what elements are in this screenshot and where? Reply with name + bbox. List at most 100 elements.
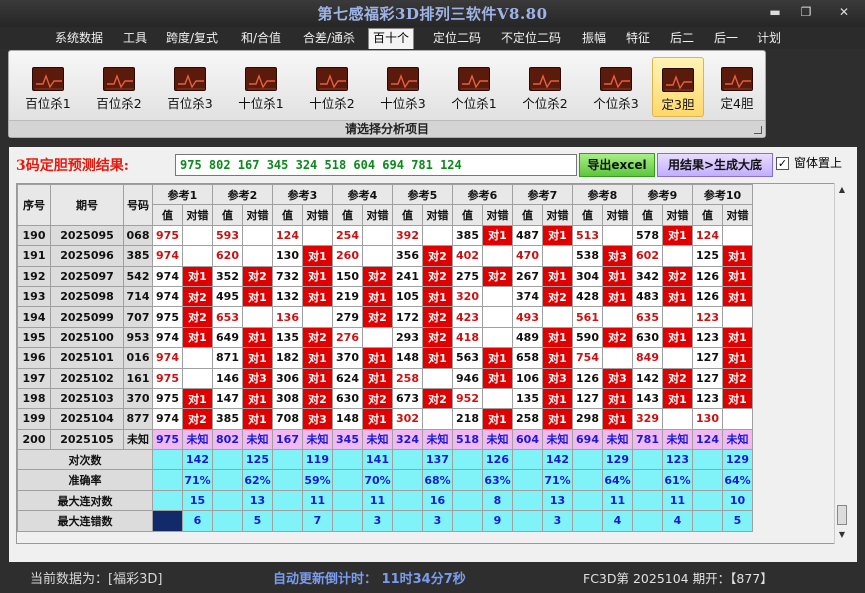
ref-match-cell[interactable]: 对1 xyxy=(242,408,273,430)
menu-item[interactable]: 不定位二码 xyxy=(501,29,561,47)
ref-match-cell[interactable]: 对1 xyxy=(482,347,513,369)
ref-match-cell[interactable]: 对2 xyxy=(602,326,633,349)
pending-match-cell[interactable]: 未知 xyxy=(182,428,213,451)
ribbon-button[interactable]: 百位杀3 xyxy=(160,57,220,117)
col-header-value[interactable]: 值 xyxy=(692,204,723,226)
ref-value-cell[interactable]: 126 xyxy=(692,265,723,287)
col-header-match[interactable]: 对错 xyxy=(422,204,453,226)
ref-value-cell[interactable]: 470 xyxy=(512,245,543,267)
ref-value-cell[interactable]: 329 xyxy=(632,408,663,430)
menu-item[interactable]: 计划 xyxy=(757,29,781,47)
ref-match-cell[interactable] xyxy=(182,224,213,247)
ref-value-cell[interactable]: 260 xyxy=(332,245,363,267)
ref-value-cell[interactable]: 563 xyxy=(452,347,483,369)
ref-value-cell[interactable]: 218 xyxy=(452,408,483,430)
ref-value-cell[interactable]: 975 xyxy=(152,367,183,389)
ref-match-cell[interactable]: 对2 xyxy=(422,265,453,287)
col-header-match[interactable]: 对错 xyxy=(602,204,633,226)
ref-value-cell[interactable]: 620 xyxy=(212,245,243,267)
ref-value-cell[interactable]: 658 xyxy=(512,347,543,369)
ref-value-cell[interactable]: 342 xyxy=(632,265,663,287)
ref-match-cell[interactable]: 对3 xyxy=(602,367,633,389)
menu-item[interactable]: 跨度/复式 xyxy=(166,29,218,47)
ribbon-button[interactable]: 百位杀2 xyxy=(89,57,149,117)
ref-value-cell[interactable]: 172 xyxy=(392,306,423,328)
table-row[interactable]: 196 2025101 016 974 871 对1 182 对1 370 对1 148 对1 563 对… xyxy=(17,347,753,369)
col-header-match[interactable]: 对错 xyxy=(302,204,333,226)
ref-value-cell[interactable]: 276 xyxy=(332,326,363,349)
col-header-match[interactable]: 对错 xyxy=(482,204,513,226)
ref-value-cell[interactable]: 849 xyxy=(632,347,663,369)
ref-value-cell[interactable]: 538 xyxy=(572,245,603,267)
ref-match-cell[interactable] xyxy=(482,387,513,410)
ref-value-cell[interactable]: 952 xyxy=(452,387,483,410)
pending-value-cell[interactable]: 324 xyxy=(392,428,423,451)
table-row[interactable]: 190 2025095 068 975 593 124 254 392 385 对1 487 对1 51… xyxy=(17,224,753,247)
ref-match-cell[interactable] xyxy=(662,306,693,328)
ref-match-cell[interactable]: 对1 xyxy=(302,245,333,267)
ref-match-cell[interactable]: 对2 xyxy=(422,326,453,349)
menu-item[interactable]: 合差/通杀 xyxy=(303,29,355,47)
pending-match-cell[interactable]: 未知 xyxy=(722,428,753,451)
pending-match-cell[interactable]: 未知 xyxy=(422,428,453,451)
ref-match-cell[interactable]: 对2 xyxy=(542,285,573,308)
ref-value-cell[interactable]: 258 xyxy=(512,408,543,430)
ref-match-cell[interactable] xyxy=(422,367,453,389)
col-header-match[interactable]: 对错 xyxy=(362,204,393,226)
pending-match-cell[interactable]: 未知 xyxy=(662,428,693,451)
ref-value-cell[interactable]: 127 xyxy=(692,367,723,389)
col-header-value[interactable]: 值 xyxy=(212,204,243,226)
ref-match-cell[interactable]: 对1 xyxy=(542,224,573,247)
ref-match-cell[interactable]: 对1 xyxy=(662,224,693,247)
ref-match-cell[interactable]: 对1 xyxy=(422,285,453,308)
ref-value-cell[interactable]: 352 xyxy=(212,265,243,287)
col-header-match[interactable]: 对错 xyxy=(242,204,273,226)
ref-value-cell[interactable]: 147 xyxy=(212,387,243,410)
ref-match-cell[interactable]: 对1 xyxy=(242,326,273,349)
table-row[interactable]: 191 2025096 385 974 620 130 对1 260 356 对2 402 470 53… xyxy=(17,245,753,267)
ref-value-cell[interactable]: 418 xyxy=(452,326,483,349)
ref-match-cell[interactable]: 对2 xyxy=(182,285,213,308)
ribbon-button[interactable]: 十位杀2 xyxy=(302,57,362,117)
col-header-ref[interactable]: 参考2 xyxy=(212,184,273,206)
ref-match-cell[interactable]: 对1 xyxy=(482,367,513,389)
ref-value-cell[interactable]: 974 xyxy=(152,285,183,308)
ref-value-cell[interactable]: 423 xyxy=(452,306,483,328)
ribbon-button[interactable]: 十位杀3 xyxy=(373,57,433,117)
ref-value-cell[interactable]: 279 xyxy=(332,306,363,328)
pending-value-cell[interactable]: 975 xyxy=(152,428,183,451)
ref-match-cell[interactable] xyxy=(242,306,273,328)
ref-value-cell[interactable]: 142 xyxy=(632,367,663,389)
ref-match-cell[interactable]: 对1 xyxy=(602,408,633,430)
ref-match-cell[interactable] xyxy=(662,347,693,369)
col-header-index[interactable]: 序号 xyxy=(17,184,51,226)
menu-item[interactable]: 后二 xyxy=(670,29,694,47)
ref-match-cell[interactable] xyxy=(302,224,333,247)
ref-value-cell[interactable]: 630 xyxy=(332,387,363,410)
ref-value-cell[interactable]: 126 xyxy=(692,285,723,308)
ref-value-cell[interactable]: 298 xyxy=(572,408,603,430)
table-row[interactable]: 199 2025104 877 974 对2 385 对1 708 对3 148 对1 302 218 对… xyxy=(17,408,753,430)
ref-value-cell[interactable]: 624 xyxy=(332,367,363,389)
ref-match-cell[interactable]: 对1 xyxy=(242,387,273,410)
vertical-scrollbar[interactable]: ▲ ▼ xyxy=(834,183,848,544)
ref-value-cell[interactable]: 123 xyxy=(692,387,723,410)
col-header-ref[interactable]: 参考9 xyxy=(632,184,693,206)
ref-value-cell[interactable]: 593 xyxy=(212,224,243,247)
ref-match-cell[interactable]: 对1 xyxy=(722,265,753,287)
ref-value-cell[interactable]: 124 xyxy=(692,224,723,247)
ref-match-cell[interactable]: 对1 xyxy=(542,326,573,349)
ref-value-cell[interactable]: 946 xyxy=(452,367,483,389)
ref-value-cell[interactable]: 483 xyxy=(632,285,663,308)
ref-value-cell[interactable]: 732 xyxy=(272,265,303,287)
ribbon-expand-icon[interactable] xyxy=(754,126,762,134)
ref-match-cell[interactable] xyxy=(182,347,213,369)
col-header-value[interactable]: 值 xyxy=(452,204,483,226)
ref-value-cell[interactable]: 495 xyxy=(212,285,243,308)
ref-match-cell[interactable]: 对1 xyxy=(662,326,693,349)
ref-value-cell[interactable]: 124 xyxy=(272,224,303,247)
ref-value-cell[interactable]: 293 xyxy=(392,326,423,349)
ref-match-cell[interactable]: 对1 xyxy=(242,347,273,369)
ref-match-cell[interactable]: 对2 xyxy=(422,387,453,410)
ref-match-cell[interactable]: 对1 xyxy=(362,367,393,389)
